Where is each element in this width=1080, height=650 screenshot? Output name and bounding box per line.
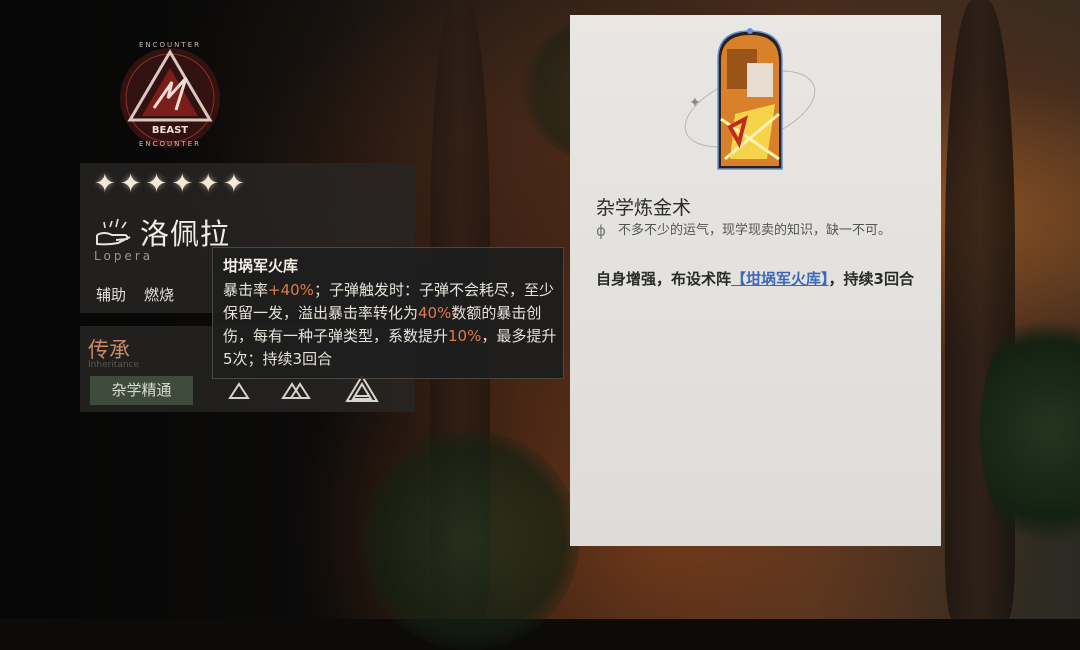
tooltip-title: 坩埚军火库 <box>223 257 299 275</box>
tag-burn: 燃烧 <box>144 286 175 304</box>
skill-detail-card: ✦ 杂学炼金术 ϕ 不多不少的运气，现学现卖的知识，缺一不可。 自身增强，布设术… <box>570 15 941 546</box>
skill-effect-text: 自身增强，布设术阵【坩埚军火库】，持续3回合 <box>596 267 931 292</box>
skill-card-art: ✦ <box>675 19 825 179</box>
inheritance-skill-chip[interactable]: 杂学精通 <box>90 376 193 405</box>
tooltip-text: 暴击率 <box>223 281 269 299</box>
emblem-bottom-text: ENCOUNTER <box>139 140 201 148</box>
tooltip-value: 10% <box>448 327 482 345</box>
double-triangle-icon[interactable] <box>281 381 311 401</box>
star-icon: ✦ <box>119 169 142 199</box>
star-icon: ✦ <box>171 169 194 199</box>
skill-tooltip: 坩埚军火库 暴击率+40%；子弹触发时：子弹不会耗尽，至少保留一发，溢出暴击率转… <box>212 247 564 379</box>
star-icon: ✦ <box>145 169 168 199</box>
character-name-en: Lopera <box>94 249 154 263</box>
star-icon: ✦ <box>94 169 116 199</box>
inheritance-subtitle: Inheritance <box>88 360 140 370</box>
hand-icon <box>94 213 134 247</box>
svg-text:✦: ✦ <box>689 95 701 111</box>
effect-keyword-link[interactable]: 【坩埚军火库】 <box>731 270 829 288</box>
skill-flavor-text: 不多不少的运气，现学现卖的知识，缺一不可。 <box>618 223 892 238</box>
star-icon: ✦ <box>222 169 245 199</box>
emblem-top-text: ENCOUNTER <box>139 41 201 49</box>
skill-name: 杂学炼金术 <box>596 197 692 219</box>
tooltip-value: +40% <box>268 281 314 299</box>
phi-icon: ϕ <box>596 222 606 240</box>
beast-emblem: BEAST ENCOUNTER ENCOUNTER <box>110 38 230 158</box>
character-tags: 辅助 燃烧 <box>96 284 174 305</box>
tag-support: 辅助 <box>96 286 127 304</box>
star-rating: ✦ ✦ ✦ ✦ ✦ ✦ <box>94 171 245 197</box>
triangle-icon[interactable] <box>228 381 250 401</box>
emblem-label: BEAST <box>152 125 188 136</box>
star-icon: ✦ <box>197 169 219 199</box>
tooltip-body: 暴击率+40%；子弹触发时：子弹不会耗尽，至少保留一发，溢出暴击率转化为40%数… <box>223 279 561 371</box>
effect-suffix: ，持续3回合 <box>828 270 914 288</box>
effect-prefix: 自身增强，布设术阵 <box>596 270 732 288</box>
tooltip-value: 40% <box>418 304 452 322</box>
